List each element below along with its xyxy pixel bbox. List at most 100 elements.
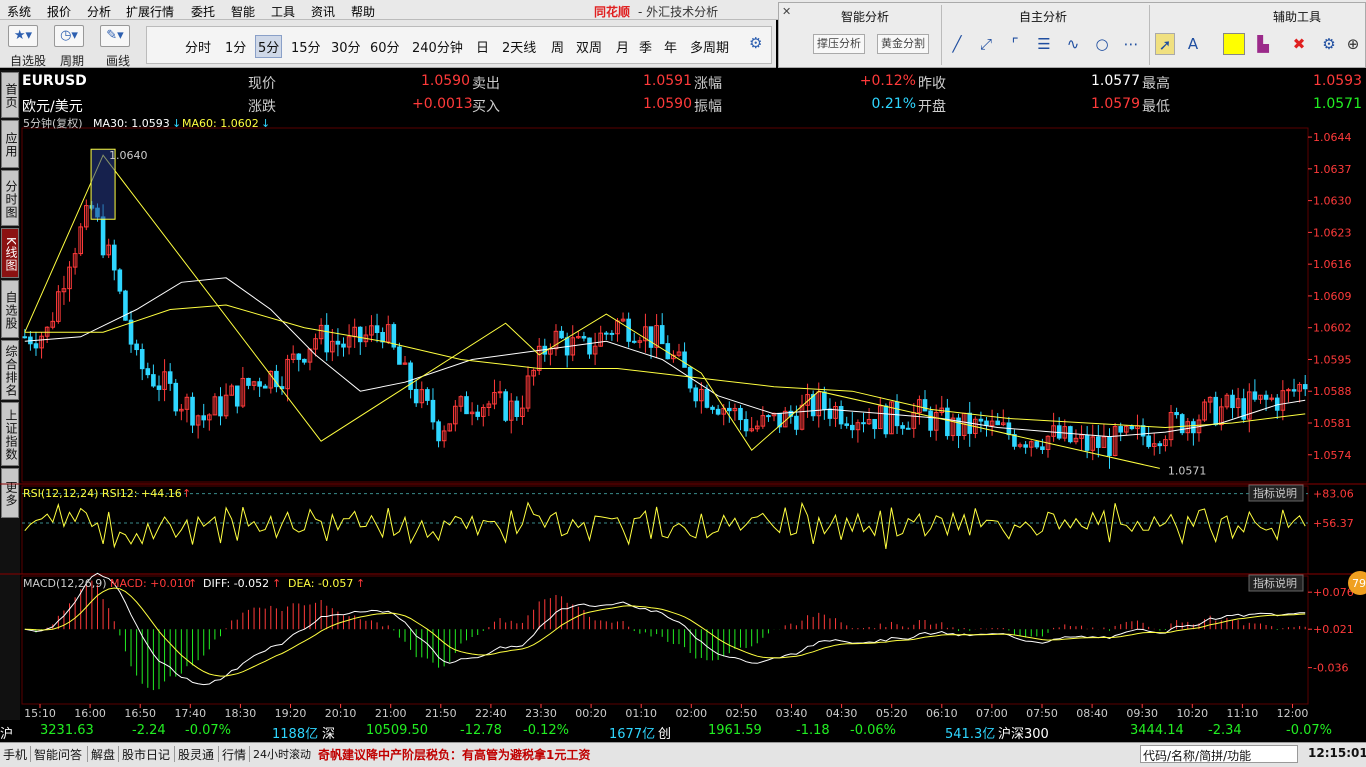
x-tick-label: 02:50 bbox=[726, 707, 758, 720]
x-tick-label: 23:30 bbox=[525, 707, 557, 720]
line-tool-icon[interactable]: ╱ bbox=[947, 33, 967, 55]
side-tab-home[interactable]: 首页 bbox=[1, 72, 19, 118]
candle-body bbox=[201, 415, 207, 421]
watchlist-star-icon[interactable]: ★▾ bbox=[8, 25, 38, 47]
menu-extended[interactable]: 扩展行情 bbox=[126, 3, 174, 20]
period-2day[interactable]: 2天线 bbox=[500, 37, 538, 56]
dea-arrow-icon: ↑ bbox=[356, 577, 365, 590]
candle-body bbox=[1034, 441, 1040, 448]
y-tick-label: 1.0616 bbox=[1313, 258, 1352, 271]
ticker-sh-label[interactable]: 沪 bbox=[0, 723, 13, 742]
status-divider bbox=[118, 746, 119, 762]
status-divider bbox=[30, 746, 31, 762]
status-mobile[interactable]: 手机 bbox=[3, 746, 27, 763]
candle-body bbox=[117, 269, 123, 292]
ticker-hs300-label[interactable]: 沪深300 bbox=[998, 723, 1049, 742]
candle-body bbox=[1302, 384, 1308, 390]
period-1min[interactable]: 1分 bbox=[223, 37, 248, 56]
panel-close-icon[interactable]: ✕ bbox=[782, 5, 791, 18]
more-tools-icon[interactable]: ⋯ bbox=[1121, 33, 1141, 55]
candle-body bbox=[156, 385, 162, 390]
candle-body bbox=[822, 391, 827, 410]
circle-tool-icon[interactable]: ○ bbox=[1092, 33, 1112, 55]
golden-section-button[interactable]: 黄金分割 bbox=[877, 34, 929, 54]
price-label: 现价 bbox=[248, 76, 276, 92]
delete-tool-icon[interactable]: ✖ bbox=[1289, 33, 1309, 55]
period-timeshare[interactable]: 分时 bbox=[183, 37, 213, 56]
period-15min[interactable]: 15分 bbox=[289, 37, 323, 56]
candle-body bbox=[151, 374, 156, 387]
status-smart-qa[interactable]: 智能问答 bbox=[34, 746, 82, 763]
y-tick-label: 1.0609 bbox=[1313, 290, 1352, 303]
period-year[interactable]: 年 bbox=[662, 37, 679, 56]
menu-quote[interactable]: 报价 bbox=[47, 3, 71, 20]
candle-body bbox=[397, 346, 402, 365]
rsi-label: RSI(12,12,24) RSI12: +44.16 bbox=[23, 487, 182, 500]
settings-gear-icon[interactable]: ⚙ bbox=[747, 34, 764, 52]
status-analysis[interactable]: 解盘 bbox=[91, 746, 115, 763]
candle-body bbox=[514, 400, 520, 417]
eraser-tool-icon[interactable]: ▙ bbox=[1253, 33, 1273, 55]
ticker-sh-value: 3231.63 bbox=[40, 723, 94, 738]
menu-info[interactable]: 资讯 bbox=[311, 3, 335, 20]
period-multi[interactable]: 多周期 bbox=[688, 37, 731, 56]
candle-body bbox=[413, 388, 419, 404]
cycle-icon[interactable]: ◷▾ bbox=[54, 25, 84, 47]
period-week[interactable]: 周 bbox=[549, 37, 566, 56]
candle-body bbox=[246, 377, 251, 386]
y-tick-label: 1.0630 bbox=[1313, 195, 1352, 208]
menu-order[interactable]: 委托 bbox=[191, 3, 215, 20]
menu-help[interactable]: 帮助 bbox=[351, 3, 375, 20]
menu-tools[interactable]: 工具 bbox=[271, 3, 295, 20]
text-tool-icon[interactable]: A bbox=[1183, 33, 1203, 55]
period-biweek[interactable]: 双周 bbox=[574, 37, 604, 56]
candle-body bbox=[894, 401, 900, 427]
x-tick-label: 01:10 bbox=[625, 707, 657, 720]
period-240min[interactable]: 240分钟 bbox=[410, 37, 465, 56]
ticker-cy-label[interactable]: 创 bbox=[658, 723, 671, 742]
period-day[interactable]: 日 bbox=[474, 37, 491, 56]
candle-body bbox=[587, 337, 592, 355]
support-resistance-button[interactable]: 撑压分析 bbox=[813, 34, 865, 54]
menu-smart[interactable]: 智能 bbox=[231, 3, 255, 20]
status-gulingtong[interactable]: 股灵通 bbox=[178, 746, 214, 763]
rect-tool-icon[interactable]: ⌜ bbox=[1005, 33, 1025, 55]
panel-settings-icon[interactable]: ⚙ bbox=[1319, 33, 1339, 55]
candle-body bbox=[111, 244, 117, 271]
panel-divider bbox=[941, 5, 942, 65]
x-tick-label: 11:10 bbox=[1227, 707, 1259, 720]
period-5min[interactable]: 5分 bbox=[255, 35, 283, 58]
status-news-headline[interactable]: 奇帆建议降中产阶层税负：有高管为避税拿1元工资 bbox=[318, 746, 590, 763]
wave-tool-icon[interactable]: ∿ bbox=[1063, 33, 1083, 55]
panel-pin-icon[interactable]: ⊕ bbox=[1343, 33, 1363, 55]
ticker-sh-pct: -0.07% bbox=[185, 723, 231, 738]
period-30min[interactable]: 30分 bbox=[329, 37, 363, 56]
x-tick-label: 00:20 bbox=[575, 707, 607, 720]
ticker-sh-amount: 1188亿 bbox=[272, 727, 319, 742]
candle-body bbox=[581, 336, 587, 339]
code-search-input[interactable]: 代码/名称/简拼/功能 bbox=[1140, 745, 1298, 763]
fib-tool-icon[interactable]: ☰ bbox=[1034, 33, 1054, 55]
arrow-line-tool-icon[interactable]: ⤢ bbox=[976, 33, 996, 55]
cursor-tool-icon[interactable]: ➚ bbox=[1155, 33, 1175, 55]
candle-body bbox=[838, 406, 844, 425]
status-24h-news[interactable]: 24小时滚动 bbox=[253, 746, 311, 762]
candle-body bbox=[296, 353, 302, 360]
pct-value: +0.12% bbox=[859, 73, 916, 89]
menu-system[interactable]: 系统 bbox=[7, 3, 31, 20]
status-diary[interactable]: 股市日记 bbox=[122, 746, 170, 763]
candle-body bbox=[257, 381, 262, 387]
period-60min[interactable]: 60分 bbox=[368, 37, 402, 56]
candle-body bbox=[425, 389, 430, 401]
menu-analysis[interactable]: 分析 bbox=[87, 3, 111, 20]
period-month[interactable]: 月 bbox=[614, 37, 631, 56]
kline-chart[interactable]: 1.0644 1.0637 1.0630 1.0623 1.0616 1.0609 1.06… bbox=[0, 116, 1366, 720]
draw-pen-icon[interactable]: ✎▾ bbox=[100, 25, 130, 47]
ma30-label: MA30: 1.0593 bbox=[93, 117, 170, 130]
color-picker-icon[interactable] bbox=[1223, 33, 1245, 55]
status-market[interactable]: 行情 bbox=[222, 746, 246, 763]
period-quarter[interactable]: 季 bbox=[637, 37, 654, 56]
ticker-sz-label[interactable]: 深 bbox=[322, 723, 335, 742]
change-label: 涨跌 bbox=[248, 99, 276, 115]
rsi-arrow-icon: ↑ bbox=[182, 487, 191, 500]
